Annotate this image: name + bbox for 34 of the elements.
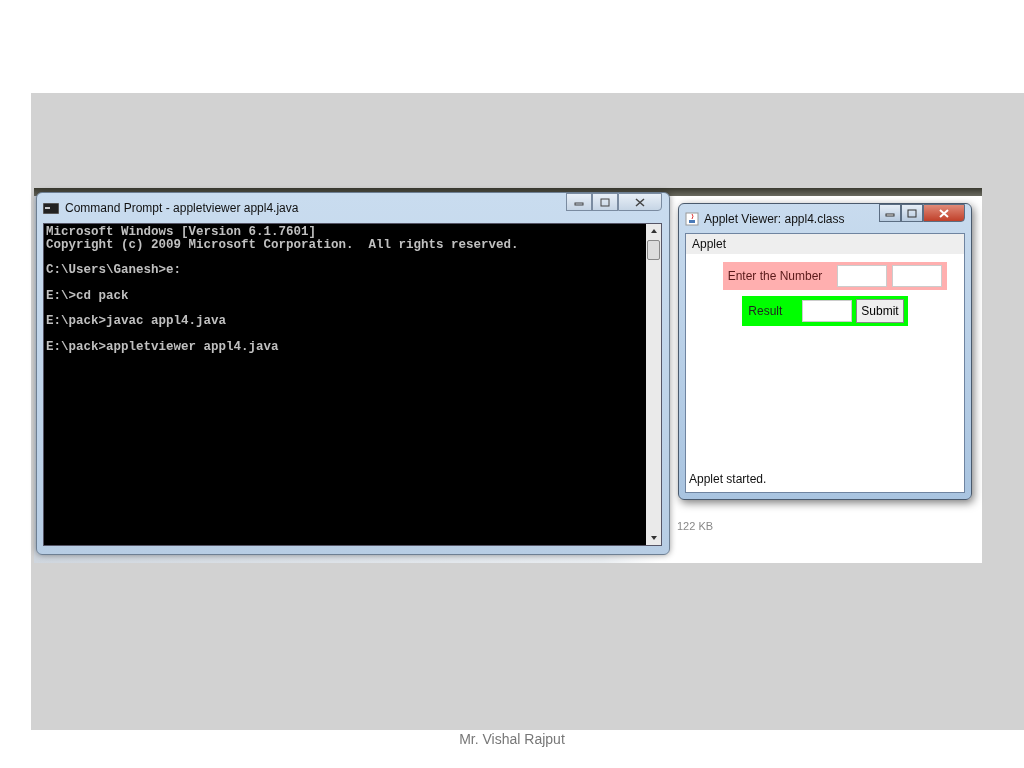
maximize-button[interactable]: [592, 193, 618, 211]
console-line: E:\pack>javac appl4.java: [46, 315, 228, 328]
console-icon: [43, 202, 59, 214]
window-title: Command Prompt - appletviewer appl4.java: [65, 201, 299, 215]
console-line: C:\Users\Ganesh>e:: [46, 264, 183, 277]
file-size: 122 KB: [677, 520, 714, 532]
maximize-button[interactable]: [901, 204, 923, 222]
close-button[interactable]: [923, 204, 965, 222]
scrollbar[interactable]: [646, 224, 661, 545]
java-cup-icon: [685, 211, 699, 226]
maximize-icon: [907, 208, 917, 218]
slide-footer: Mr. Vishal Rajput: [459, 731, 565, 747]
result-field[interactable]: [802, 300, 853, 322]
minimize-button[interactable]: [566, 193, 592, 211]
status-text: Applet started.: [688, 472, 767, 488]
submit-button[interactable]: Submit: [856, 299, 904, 323]
menu-item[interactable]: Applet: [692, 237, 727, 251]
number-field[interactable]: [837, 265, 888, 287]
scroll-down-icon: [649, 535, 658, 541]
window-title: Applet Viewer: appl4.class: [704, 211, 845, 226]
scroll-thumb[interactable]: [647, 240, 660, 260]
close-icon: [634, 197, 646, 207]
maximize-icon: [600, 197, 610, 207]
number-field[interactable]: [892, 265, 943, 287]
scroll-up-icon: [649, 228, 658, 234]
console-line: Copyright (c) 2009 Microsoft Corporation. All rights reserved.: [46, 238, 520, 251]
minimize-button[interactable]: [879, 204, 901, 222]
console-line: E:\>cd pack: [46, 289, 130, 302]
number-label: Enter the Number: [727, 269, 823, 283]
close-button[interactable]: [618, 193, 662, 211]
console-line: Microsoft Windows [Version 6.1.7601]: [46, 226, 317, 239]
result-label: Result: [748, 304, 784, 318]
close-icon: [938, 208, 950, 218]
console-line: E:\pack>appletviewer appl4.java: [46, 340, 280, 353]
